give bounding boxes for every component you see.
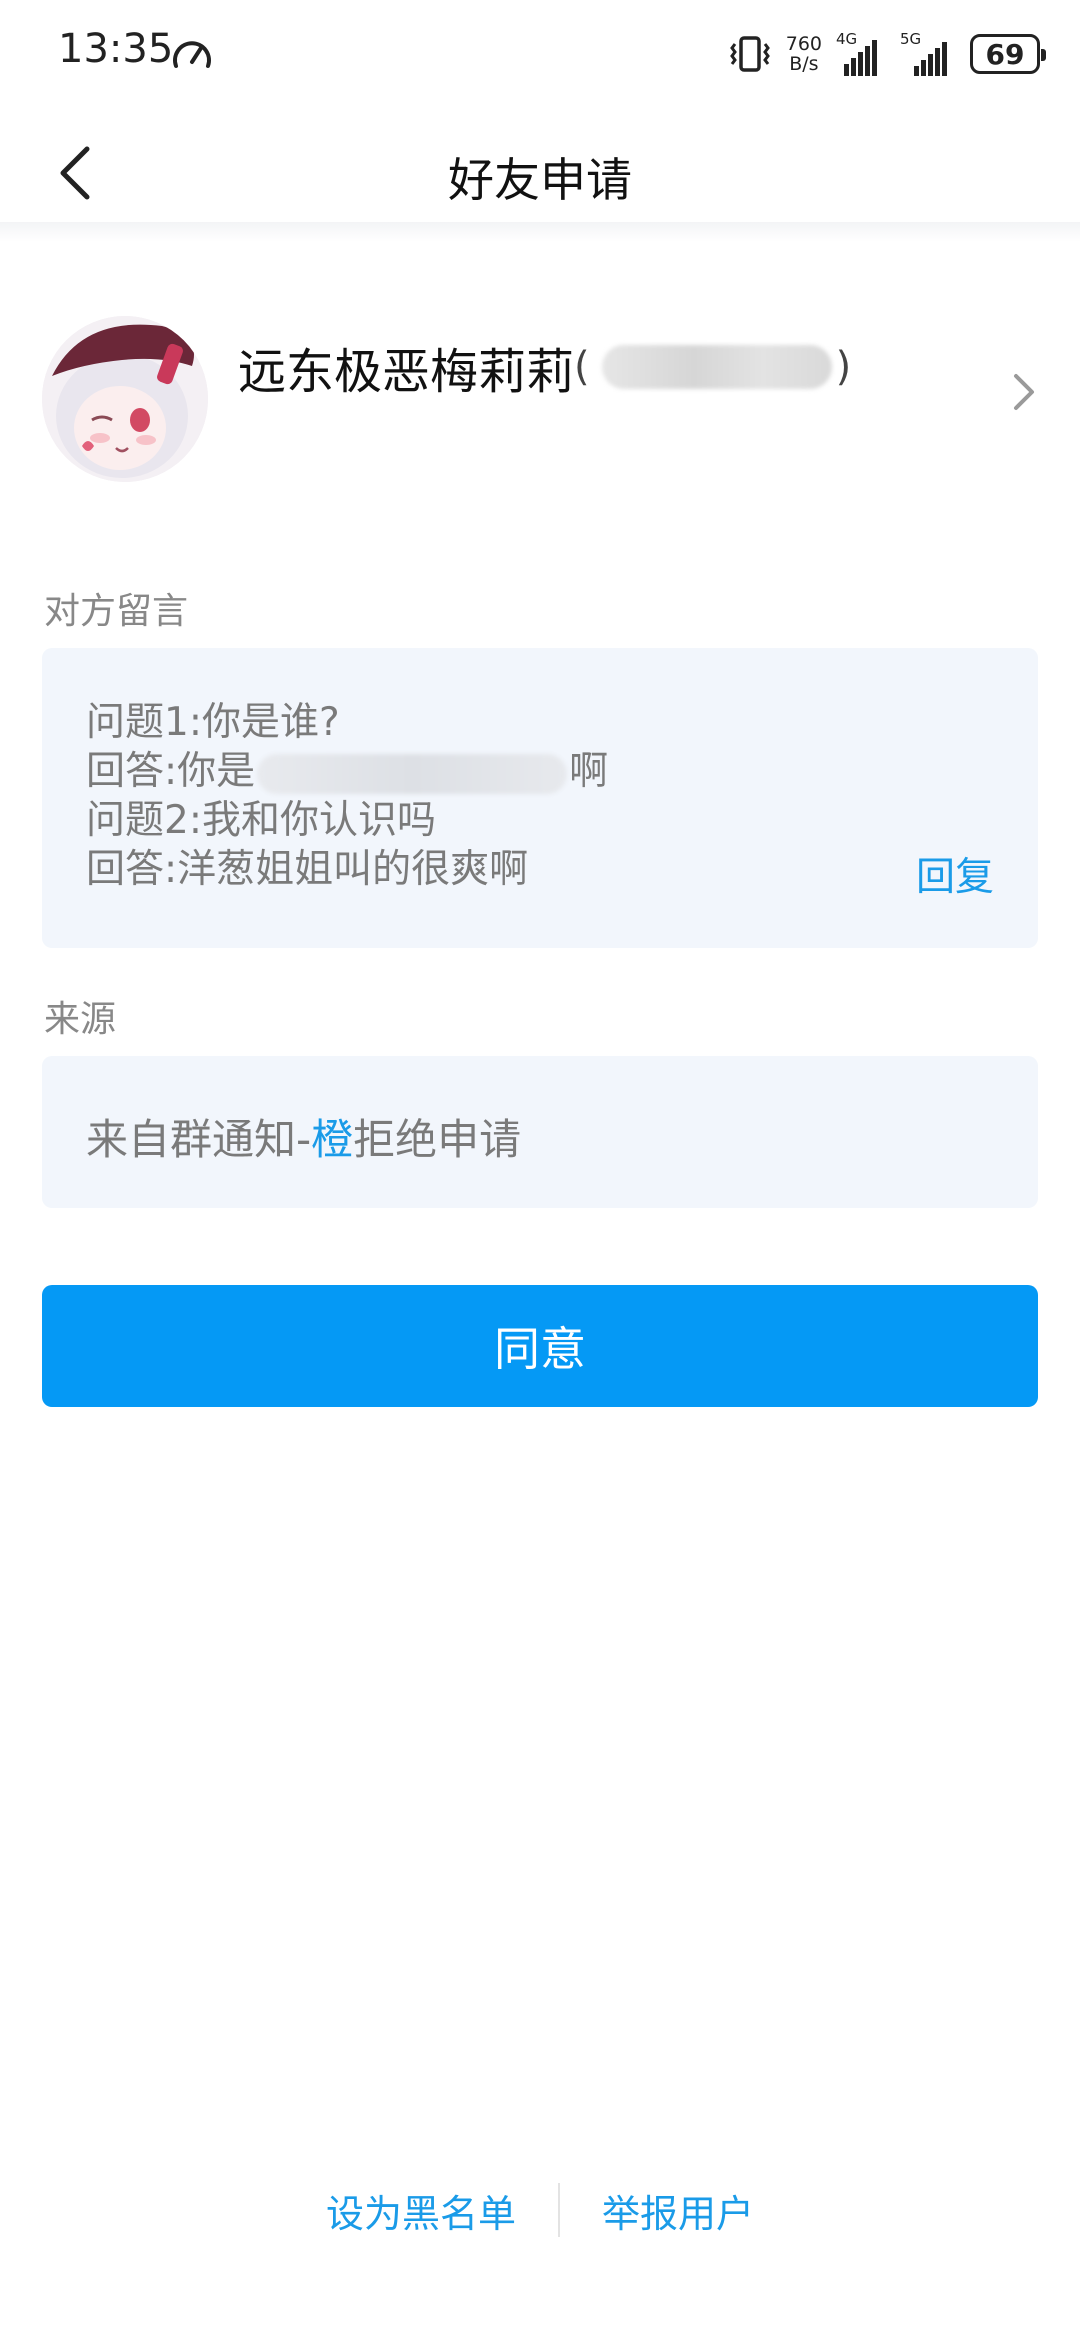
nav-divider bbox=[0, 222, 1080, 242]
source-card: 来自群通知-橙拒绝申请 bbox=[42, 1056, 1038, 1208]
battery-icon: 69 bbox=[970, 34, 1046, 74]
message-line: 问题1:你是谁? bbox=[86, 700, 340, 745]
sim2-network-label: 5G bbox=[900, 30, 922, 48]
page-title: 好友申请 bbox=[448, 153, 632, 207]
source-suffix: 拒绝申请 bbox=[353, 1115, 522, 1164]
speedometer-icon bbox=[173, 41, 211, 68]
message-line: 回答:洋葱姐姐叫的很爽啊 bbox=[86, 847, 529, 892]
source-section-label: 来源 bbox=[44, 999, 117, 1040]
signal-sim2-icon: 5G bbox=[900, 30, 956, 76]
message-card: 问题1:你是谁? 回答:你是啊 问题2:我和你认识吗 回答:洋葱姐姐叫的很爽啊 … bbox=[42, 648, 1038, 948]
applicant-nickname: 远东极恶梅莉莉 ( ) bbox=[238, 332, 851, 402]
redacted-account-id bbox=[601, 345, 832, 389]
nav-bar: 好友申请 bbox=[0, 110, 1080, 235]
chevron-right-icon bbox=[1014, 374, 1034, 410]
report-user-button[interactable]: 举报用户 bbox=[602, 2183, 754, 2238]
applicant-profile-row[interactable]: 远东极恶梅莉莉 ( ) bbox=[0, 300, 1080, 500]
paren-close: ) bbox=[835, 344, 852, 390]
network-speed: 760 B/s bbox=[786, 34, 822, 74]
vibrate-icon bbox=[729, 36, 770, 72]
status-bar: 13:35 760 B/s 4G 5G 69 bbox=[0, 0, 1080, 110]
message-line: 回答:你是 啊 bbox=[86, 747, 994, 796]
reply-button[interactable]: 回复 bbox=[916, 846, 994, 902]
status-icons: 760 B/s 4G 5G 69 bbox=[728, 28, 1046, 80]
avatar[interactable] bbox=[42, 316, 208, 482]
source-group-link[interactable]: 橙 bbox=[311, 1115, 353, 1164]
network-speed-value: 760 bbox=[785, 33, 822, 55]
source-text: 来自群通知-橙拒绝申请 bbox=[86, 1106, 994, 1167]
sim1-network-label: 4G bbox=[836, 30, 858, 48]
avatar-image bbox=[42, 316, 208, 482]
status-time: 13:35 bbox=[58, 26, 174, 72]
message-section-label: 对方留言 bbox=[44, 591, 189, 632]
bottom-divider bbox=[558, 2183, 560, 2237]
nickname-text: 远东极恶梅莉莉 bbox=[238, 344, 575, 400]
answer-prefix: 回答:你是 bbox=[86, 749, 256, 794]
answer-suffix: 啊 bbox=[569, 749, 609, 794]
paren-open: ( bbox=[574, 344, 590, 390]
redacted-answer bbox=[257, 753, 568, 794]
message-line: 问题2:我和你认识吗 bbox=[86, 798, 436, 843]
signal-sim1-icon: 4G bbox=[836, 30, 886, 76]
battery-level: 69 bbox=[985, 37, 1025, 71]
agree-button[interactable]: 同意 bbox=[42, 1285, 1038, 1407]
source-prefix: 来自群通知- bbox=[86, 1115, 312, 1164]
network-speed-unit: B/s bbox=[789, 53, 819, 75]
bottom-actions: 设为黑名单 举报用户 bbox=[0, 2180, 1080, 2240]
blacklist-button[interactable]: 设为黑名单 bbox=[326, 2183, 516, 2238]
